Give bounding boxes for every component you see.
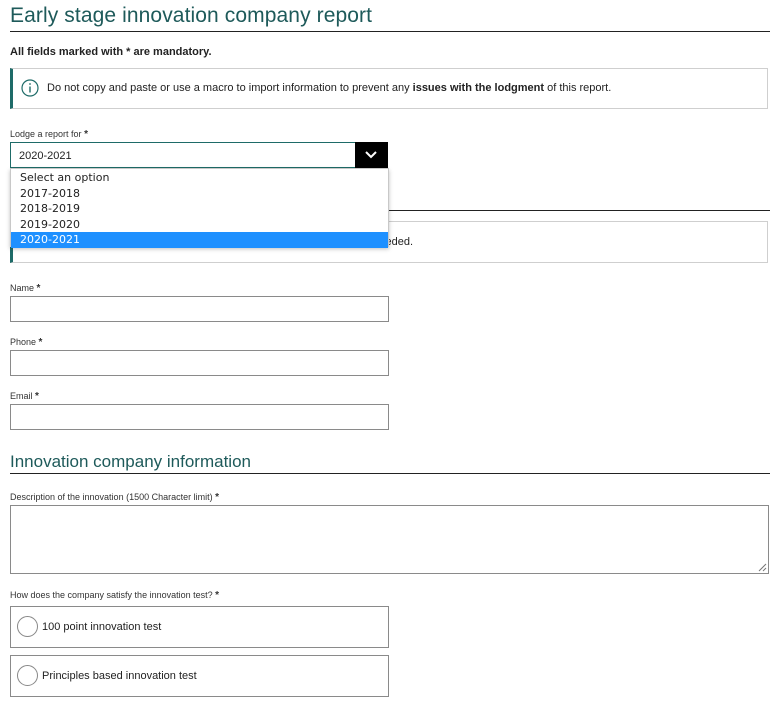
chevron-down-icon (365, 151, 377, 159)
section-divider (10, 473, 770, 474)
title-divider (10, 31, 770, 32)
dropdown-option[interactable]: 2018-2019 (11, 201, 388, 217)
dropdown-option[interactable]: Select an option (11, 170, 388, 186)
notice-bold-text: issues with the lodgment (412, 82, 545, 94)
name-input[interactable] (10, 296, 389, 322)
radio-button[interactable] (17, 616, 38, 637)
dropdown-option[interactable]: 2019-2020 (11, 217, 388, 233)
radio-option-principles-based[interactable]: Principles based innovation test (10, 655, 389, 697)
email-label: Email * (10, 391, 39, 402)
email-input[interactable] (10, 404, 389, 430)
radio-option-100-point[interactable]: 100 point innovation test (10, 606, 389, 648)
contact-section-divider (388, 210, 770, 211)
lodge-year-dropdown[interactable]: Select an option 2017-2018 2018-2019 201… (10, 168, 389, 248)
copy-paste-notice: Do not copy and paste or use a macro to … (10, 68, 768, 109)
innovation-test-label: How does the company satisfy the innovat… (10, 590, 220, 601)
page-title: Early stage innovation company report (10, 4, 373, 27)
phone-label: Phone * (10, 337, 43, 348)
resize-handle-icon[interactable] (758, 563, 767, 572)
mandatory-note: All fields marked with * are mandatory. (10, 46, 212, 58)
select-value: 2020-2021 (19, 150, 72, 162)
phone-input[interactable] (10, 350, 389, 376)
contact-notice-text: eded. (385, 236, 413, 248)
notice-text: Do not copy and paste or use a macro to … (47, 82, 612, 94)
dropdown-option[interactable]: 2017-2018 (11, 186, 388, 202)
section-title: Innovation company information (10, 452, 251, 471)
name-label: Name * (10, 283, 41, 294)
info-circle-icon (21, 79, 39, 97)
description-textarea[interactable] (10, 505, 769, 574)
radio-label: 100 point innovation test (42, 621, 162, 633)
lodge-label: Lodge a report for * (10, 129, 88, 140)
radio-button[interactable] (17, 665, 38, 686)
description-label: Description of the innovation (1500 Char… (10, 492, 220, 503)
select-toggle-button[interactable] (355, 142, 388, 168)
lodge-year-select[interactable]: 2020-2021 (10, 142, 388, 168)
radio-label: Principles based innovation test (42, 670, 197, 682)
dropdown-option-selected[interactable]: 2020-2021 (11, 232, 388, 248)
